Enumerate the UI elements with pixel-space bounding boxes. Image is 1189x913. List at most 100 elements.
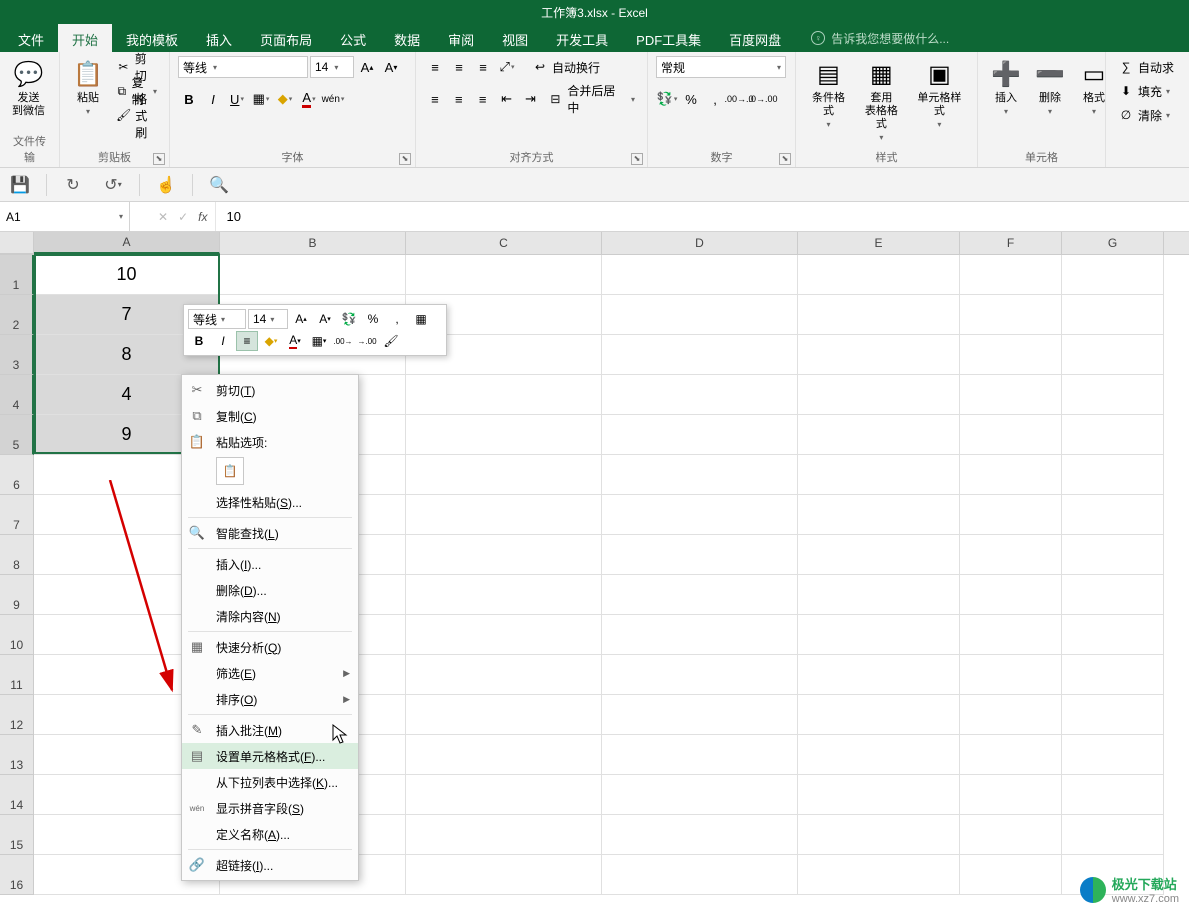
align-top-button[interactable]: ≡	[424, 56, 446, 78]
mini-italic[interactable]: I	[212, 331, 234, 351]
align-bottom-button[interactable]: ≡	[472, 56, 494, 78]
row-header[interactable]: 5	[0, 415, 34, 455]
align-left-button[interactable]: ≡	[424, 88, 446, 110]
context-menu-item[interactable]: 清除内容(N)	[182, 603, 358, 629]
cell[interactable]	[406, 735, 602, 775]
cell[interactable]	[960, 695, 1062, 735]
row-header[interactable]: 12	[0, 695, 34, 735]
cell[interactable]	[406, 615, 602, 655]
cell[interactable]	[406, 815, 602, 855]
cell[interactable]	[1062, 655, 1164, 695]
cell[interactable]	[1062, 735, 1164, 775]
align-center-button[interactable]: ≡	[448, 88, 470, 110]
mini-align-center[interactable]: ≡	[236, 331, 258, 351]
cell[interactable]	[1062, 295, 1164, 335]
cell[interactable]	[1062, 535, 1164, 575]
cell[interactable]	[406, 775, 602, 815]
cell[interactable]	[602, 655, 798, 695]
row-header[interactable]: 3	[0, 335, 34, 375]
align-middle-button[interactable]: ≡	[448, 56, 470, 78]
enter-icon[interactable]: ✓	[178, 210, 188, 224]
fill-color-button[interactable]: ◆▾	[274, 88, 296, 110]
tell-me-search[interactable]: ♀ 告诉我您想要做什么...	[811, 24, 949, 52]
mini-dec-decimal[interactable]: →.00	[356, 331, 378, 351]
context-menu-item[interactable]: 从下拉列表中选择(K)...	[182, 769, 358, 795]
tab-pagelayout[interactable]: 页面布局	[246, 24, 326, 52]
cell[interactable]	[602, 735, 798, 775]
cell[interactable]	[960, 615, 1062, 655]
dialog-launcher-icon[interactable]: ⬊	[631, 153, 643, 165]
tab-data[interactable]: 数据	[380, 24, 434, 52]
font-color-button[interactable]: A▾	[298, 88, 320, 110]
cell[interactable]	[960, 375, 1062, 415]
tab-file[interactable]: 文件	[4, 24, 58, 52]
cell[interactable]	[1062, 375, 1164, 415]
touch-mode-button[interactable]: ☝	[152, 172, 180, 198]
mini-percent[interactable]: %	[362, 309, 384, 329]
context-menu-item[interactable]: ✂剪切(T)	[182, 377, 358, 403]
cell[interactable]	[602, 495, 798, 535]
font-size-select[interactable]: 14▾	[310, 56, 354, 78]
mini-fill-color[interactable]: ◆▾	[260, 331, 282, 351]
mini-bold[interactable]: B	[188, 331, 210, 351]
cell[interactable]	[798, 655, 960, 695]
cell[interactable]	[798, 615, 960, 655]
cancel-icon[interactable]: ✕	[158, 210, 168, 224]
send-to-wechat-button[interactable]: 💬 发送到微信	[8, 56, 49, 120]
row-header[interactable]: 9	[0, 575, 34, 615]
fx-icon[interactable]: fx	[198, 210, 207, 224]
mini-format-painter[interactable]: 🖌	[380, 331, 402, 351]
column-header[interactable]: D	[602, 232, 798, 254]
cell[interactable]	[798, 855, 960, 895]
conditional-format-button[interactable]: ▤条件格式▾	[804, 56, 853, 131]
mini-comma[interactable]: ,	[386, 309, 408, 329]
select-all-corner[interactable]	[0, 232, 34, 254]
cell[interactable]	[960, 495, 1062, 535]
decrease-decimal-button[interactable]: .0→.00	[752, 88, 774, 110]
cell[interactable]	[960, 535, 1062, 575]
autosum-button[interactable]: ∑自动求	[1114, 56, 1178, 78]
tab-pdftools[interactable]: PDF工具集	[622, 24, 715, 52]
cell[interactable]	[798, 375, 960, 415]
cell[interactable]	[1062, 695, 1164, 735]
cell[interactable]	[406, 535, 602, 575]
column-header[interactable]: C	[406, 232, 602, 254]
cell[interactable]	[602, 815, 798, 855]
cell[interactable]	[960, 575, 1062, 615]
row-header[interactable]: 1	[0, 255, 34, 295]
cell[interactable]	[960, 455, 1062, 495]
context-menu-item[interactable]: 🔗超链接(I)...	[182, 852, 358, 878]
cell[interactable]	[798, 575, 960, 615]
insert-cells-button[interactable]: ➕插入▾	[986, 56, 1026, 118]
column-header[interactable]: A	[34, 232, 220, 254]
wrap-text-button[interactable]: ↩自动换行	[528, 56, 604, 78]
dialog-launcher-icon[interactable]: ⬊	[399, 153, 411, 165]
cell[interactable]	[602, 775, 798, 815]
cell[interactable]	[602, 575, 798, 615]
cell[interactable]	[798, 415, 960, 455]
cell[interactable]	[798, 495, 960, 535]
cell[interactable]	[602, 615, 798, 655]
cell[interactable]	[1062, 815, 1164, 855]
cell[interactable]	[602, 455, 798, 495]
fill-button[interactable]: ⬇填充 ▾	[1114, 80, 1178, 102]
row-header[interactable]: 15	[0, 815, 34, 855]
print-preview-button[interactable]: 🔍	[205, 172, 233, 198]
cell[interactable]	[602, 535, 798, 575]
italic-button[interactable]: I	[202, 88, 224, 110]
mini-inc-decimal[interactable]: .00→	[332, 331, 354, 351]
cell[interactable]: 10	[34, 255, 220, 295]
paste-option-button[interactable]: 📋	[216, 457, 244, 485]
cell[interactable]	[602, 375, 798, 415]
phonetic-button[interactable]: wén▾	[322, 88, 344, 110]
mini-font-name[interactable]: 等线▾	[188, 309, 246, 329]
context-menu-item[interactable]: 定义名称(A)...	[182, 821, 358, 847]
tab-mytemplates[interactable]: 我的模板	[112, 24, 192, 52]
cell[interactable]	[960, 295, 1062, 335]
cell[interactable]	[406, 655, 602, 695]
tab-formulas[interactable]: 公式	[326, 24, 380, 52]
tab-home[interactable]: 开始	[58, 24, 112, 52]
undo-button[interactable]: ↺▾	[99, 172, 127, 198]
column-header[interactable]: E	[798, 232, 960, 254]
cell[interactable]	[602, 415, 798, 455]
